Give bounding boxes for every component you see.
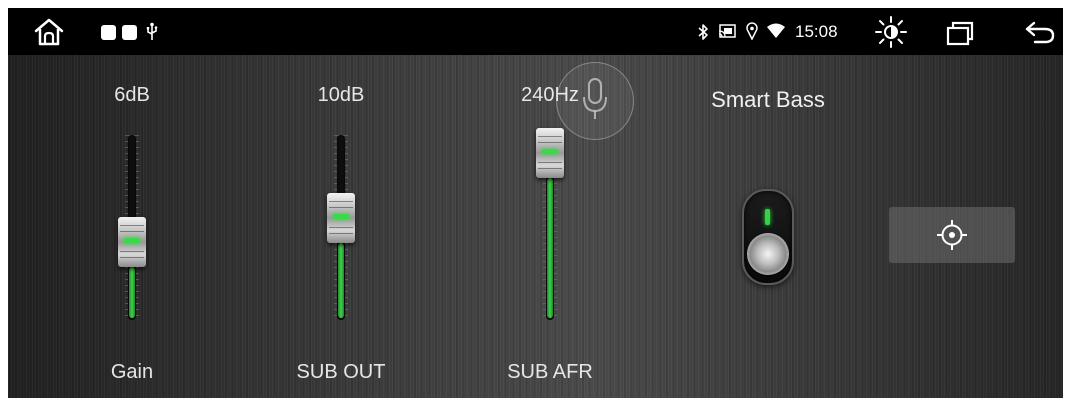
gain-value: 6dB <box>114 84 150 106</box>
slider-led <box>542 149 558 154</box>
gain-slider[interactable] <box>118 135 146 320</box>
usb-icon <box>145 22 159 42</box>
recents-icon[interactable] <box>945 20 975 46</box>
slider-led <box>333 214 349 219</box>
slider-led <box>124 238 140 243</box>
crosshair-icon <box>936 219 968 251</box>
cast-icon <box>718 24 736 39</box>
app-square-icon <box>122 25 137 40</box>
smart-bass-toggle[interactable] <box>742 189 794 285</box>
wifi-icon <box>767 23 785 39</box>
clock: 15:08 <box>795 22 838 41</box>
sub-out-value: 10dB <box>317 84 365 106</box>
brightness-icon[interactable] <box>874 16 908 48</box>
app-screen: 15:08 6dB 10dB 240Hz Gain SUB OUT SUB AF… <box>8 8 1063 398</box>
sub-afr-slider[interactable] <box>536 128 564 320</box>
slider-handle[interactable] <box>118 217 146 267</box>
slider-fill <box>338 243 344 318</box>
home-icon[interactable] <box>33 17 65 47</box>
slider-fill <box>547 178 553 318</box>
smart-bass-label: Smart Bass <box>711 87 825 112</box>
slider-handle[interactable] <box>327 193 355 243</box>
gain-label: Gain <box>110 361 154 383</box>
toggle-knob <box>747 233 789 275</box>
app-square-icon <box>101 25 116 40</box>
toggle-led <box>765 209 770 225</box>
slider-fill <box>129 267 135 318</box>
back-icon[interactable] <box>1023 20 1057 44</box>
subwoofer-settings-panel: 6dB 10dB 240Hz Gain SUB OUT SUB AFR Smar… <box>8 55 1063 398</box>
microphone-icon <box>581 77 609 123</box>
sub-out-slider[interactable] <box>327 135 355 320</box>
status-bar: 15:08 <box>8 8 1063 55</box>
voice-assistant-button[interactable] <box>556 62 634 140</box>
location-icon <box>746 22 758 41</box>
bluetooth-icon <box>697 23 709 41</box>
sub-out-label: SUB OUT <box>296 361 386 383</box>
reset-button[interactable] <box>889 207 1015 263</box>
sub-afr-label: SUB AFR <box>507 361 593 383</box>
slider-handle[interactable] <box>536 128 564 178</box>
